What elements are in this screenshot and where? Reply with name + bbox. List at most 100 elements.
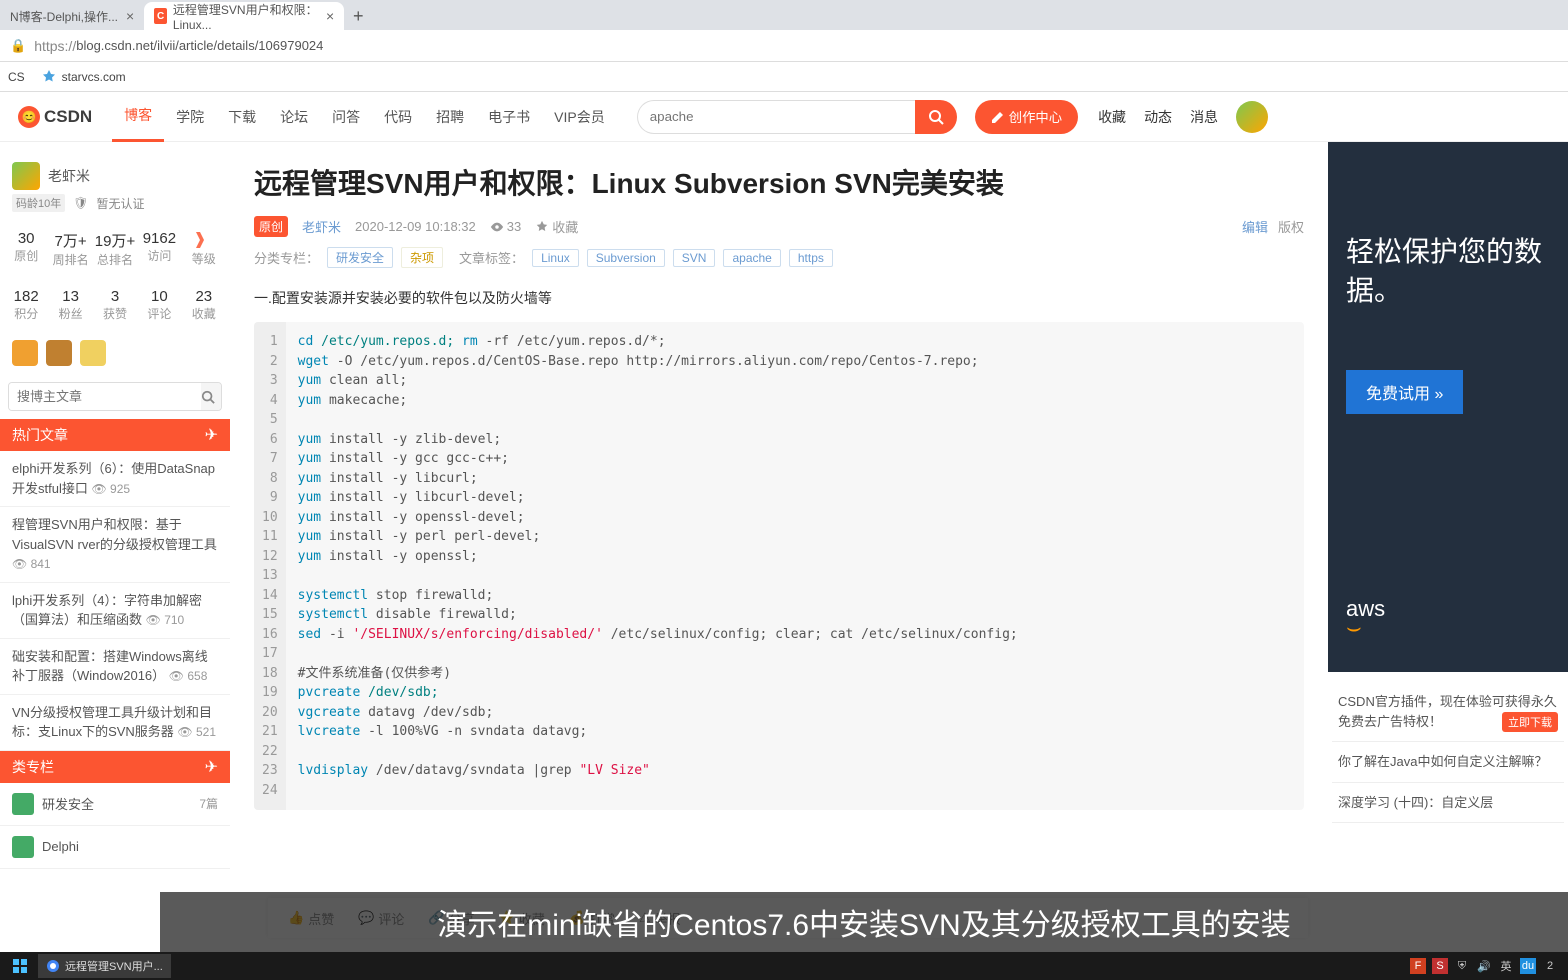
nav-fav[interactable]: 收藏 bbox=[1098, 107, 1126, 127]
promo-item[interactable]: 你了解在Java中如何自定义注解嘛？ bbox=[1332, 742, 1564, 783]
medal-icon bbox=[46, 340, 72, 366]
article-tag[interactable]: SVN bbox=[673, 249, 716, 267]
report-button[interactable]: ⚠ 举报 bbox=[639, 909, 681, 928]
hot-article-list: elphi开发系列（6）：使用DataSnap开发stful接口 👁 925程管… bbox=[0, 451, 230, 751]
nav-vip[interactable]: VIP会员 bbox=[542, 92, 617, 142]
windows-icon bbox=[12, 958, 28, 974]
nav-activity[interactable]: 动态 bbox=[1144, 107, 1172, 127]
nav-code[interactable]: 代码 bbox=[372, 92, 424, 142]
comment-button[interactable]: 💬 评论 bbox=[358, 909, 404, 928]
logo-icon: 😊 bbox=[18, 106, 40, 128]
avatar[interactable] bbox=[1236, 101, 1268, 133]
promo-item[interactable]: 深度学习 (十四)：自定义层 bbox=[1332, 783, 1564, 824]
eye-icon bbox=[490, 220, 504, 234]
cat-tag[interactable]: 研发安全 bbox=[327, 247, 393, 268]
category-item[interactable]: Delphi bbox=[0, 826, 230, 869]
hot-article-item[interactable]: elphi开发系列（6）：使用DataSnap开发stful接口 👁 925 bbox=[0, 451, 230, 507]
edit-link[interactable]: 编辑 bbox=[1242, 217, 1268, 236]
nav-jobs[interactable]: 招聘 bbox=[424, 92, 476, 142]
close-icon[interactable]: × bbox=[326, 8, 334, 24]
browser-tab-active[interactable]: C 远程管理SVN用户和权限：Linux... × bbox=[144, 2, 344, 30]
bookmark-item[interactable]: starvcs.com bbox=[41, 69, 126, 85]
article-tag[interactable]: Linux bbox=[532, 249, 579, 267]
hot-article-item[interactable]: VN分级授权管理工具升级计划和目标：支Linux下的SVN服务器 👁 521 bbox=[0, 695, 230, 751]
start-button[interactable] bbox=[4, 954, 36, 978]
search-button[interactable] bbox=[915, 100, 957, 134]
promo-button[interactable]: 立即下载 bbox=[1502, 712, 1558, 732]
author-box: 老虾米 码龄10年 🛡 暂无认证 bbox=[0, 154, 230, 220]
bookmark-item[interactable]: CS bbox=[8, 70, 25, 84]
collect-button[interactable]: ⭐ 收藏 bbox=[499, 909, 545, 928]
logo[interactable]: 😊 CSDN bbox=[18, 106, 92, 128]
cert-text: 暂无认证 bbox=[96, 195, 144, 212]
lock-icon: 🔒 bbox=[10, 38, 26, 54]
article-title: 远程管理SVN用户和权限：Linux Subversion SVN完美安装 bbox=[254, 162, 1304, 202]
paper-plane-icon: ✈ bbox=[205, 757, 218, 777]
author-name[interactable]: 老虾米 bbox=[48, 166, 90, 186]
tab-title: 远程管理SVN用户和权限：Linux... bbox=[173, 1, 318, 32]
search-icon bbox=[928, 109, 944, 125]
address-bar: 🔒 https:// blog.csdn.net/ilvii/article/d… bbox=[0, 30, 1568, 62]
nav-blog[interactable]: 博客 bbox=[112, 92, 164, 142]
hot-article-item[interactable]: 础安装和配置：搭建Windows离线补丁服器（Window2016） 👁 658 bbox=[0, 639, 230, 695]
author-avatar[interactable] bbox=[12, 162, 40, 190]
nav-right: 收藏 动态 消息 bbox=[1098, 101, 1268, 133]
ime-icon[interactable]: 英 bbox=[1498, 958, 1514, 974]
bookmarks-bar: CS starvcs.com bbox=[0, 62, 1568, 92]
article-tag[interactable]: https bbox=[789, 249, 833, 267]
search-box bbox=[637, 100, 957, 134]
tray-icon[interactable]: du bbox=[1520, 958, 1536, 974]
article-date: 2020-12-09 10:18:32 bbox=[355, 219, 476, 234]
hot-article-item[interactable]: 程管理SVN用户和权限：基于VisualSVN rver的分级授权管理工具 👁 … bbox=[0, 507, 230, 583]
article-tag[interactable]: apache bbox=[723, 249, 780, 267]
view-count: 33 bbox=[490, 219, 521, 234]
promo-item[interactable]: CSDN官方插件，现在体验可获得永久免费去广告特权！立即下载 bbox=[1332, 682, 1564, 742]
url-prefix: https:// bbox=[34, 38, 76, 54]
volume-icon[interactable]: 🔊 bbox=[1476, 958, 1492, 974]
nav-ebook[interactable]: 电子书 bbox=[476, 92, 542, 142]
nav-download[interactable]: 下载 bbox=[216, 92, 268, 142]
category-item[interactable]: 研发安全7篇 bbox=[0, 783, 230, 826]
medals bbox=[0, 332, 230, 374]
nav-academy[interactable]: 学院 bbox=[164, 92, 216, 142]
nav-qa[interactable]: 问答 bbox=[320, 92, 372, 142]
close-icon[interactable]: × bbox=[126, 8, 134, 24]
ad-button[interactable]: 免费试用 » bbox=[1346, 370, 1463, 414]
category-list: 研发安全7篇Delphi bbox=[0, 783, 230, 869]
left-sidebar: 老虾米 码龄10年 🛡 暂无认证 30原创 7万+周排名 19万+总排名 916… bbox=[0, 142, 230, 869]
clock[interactable]: 2 bbox=[1542, 958, 1558, 974]
browser-tab[interactable]: N博客-Delphi,操作... × bbox=[0, 2, 144, 30]
code-block[interactable]: 123456789101112131415161718192021222324 … bbox=[254, 322, 1304, 810]
level-icon bbox=[194, 230, 214, 250]
new-tab-button[interactable]: + bbox=[344, 2, 372, 30]
nav-messages[interactable]: 消息 bbox=[1190, 107, 1218, 127]
reward-button[interactable]: 💰 打赏 bbox=[569, 909, 615, 928]
taskbar-item[interactable]: 远程管理SVN用户... bbox=[38, 954, 171, 978]
tab-title: N博客-Delphi,操作... bbox=[10, 8, 118, 25]
like-button[interactable]: 👍 点赞 bbox=[288, 909, 334, 928]
stats-grid-1: 30原创 7万+周排名 19万+总排名 9162访问 等级 bbox=[0, 220, 230, 278]
url-text[interactable]: blog.csdn.net/ilvii/article/details/1069… bbox=[76, 38, 323, 53]
cat-tag[interactable]: 杂项 bbox=[401, 247, 443, 268]
main-layout: 老虾米 码龄10年 🛡 暂无认证 30原创 7万+周排名 19万+总排名 916… bbox=[0, 142, 1568, 869]
create-button[interactable]: 创作中心 bbox=[975, 100, 1078, 134]
search-blog-input[interactable] bbox=[9, 383, 201, 410]
search-blog-button[interactable] bbox=[201, 383, 221, 410]
fav-button[interactable]: 收藏 bbox=[535, 217, 578, 236]
article-author[interactable]: 老虾米 bbox=[302, 217, 341, 236]
copyright-text: 版权 bbox=[1278, 217, 1304, 236]
code-content[interactable]: cd /etc/yum.repos.d; rm -rf /etc/yum.rep… bbox=[286, 322, 1304, 810]
tray-icon[interactable]: ⛨ bbox=[1454, 958, 1470, 974]
aws-logo: aws ⌣ bbox=[1346, 596, 1385, 642]
nav-forum[interactable]: 论坛 bbox=[268, 92, 320, 142]
action-bar: 👍 点赞 💬 评论 🔗 分享 ⭐ 收藏 💰 打赏 ⚠ 举报 bbox=[268, 898, 1308, 938]
share-button[interactable]: 🔗 分享 bbox=[428, 909, 474, 928]
article-tag[interactable]: Subversion bbox=[587, 249, 665, 267]
tray-icon[interactable]: S bbox=[1432, 958, 1448, 974]
tray-icon[interactable]: F bbox=[1410, 958, 1426, 974]
search-input[interactable] bbox=[637, 100, 915, 134]
hot-article-item[interactable]: lphi开发系列（4）：字符串加解密（国算法）和压缩函数 👁 710 bbox=[0, 583, 230, 639]
promo-list: CSDN官方插件，现在体验可获得永久免费去广告特权！立即下载你了解在Java中如… bbox=[1328, 672, 1568, 833]
search-blog bbox=[8, 382, 222, 411]
ad-box[interactable]: 轻松保护您的数据。 免费试用 » aws ⌣ bbox=[1328, 142, 1568, 672]
